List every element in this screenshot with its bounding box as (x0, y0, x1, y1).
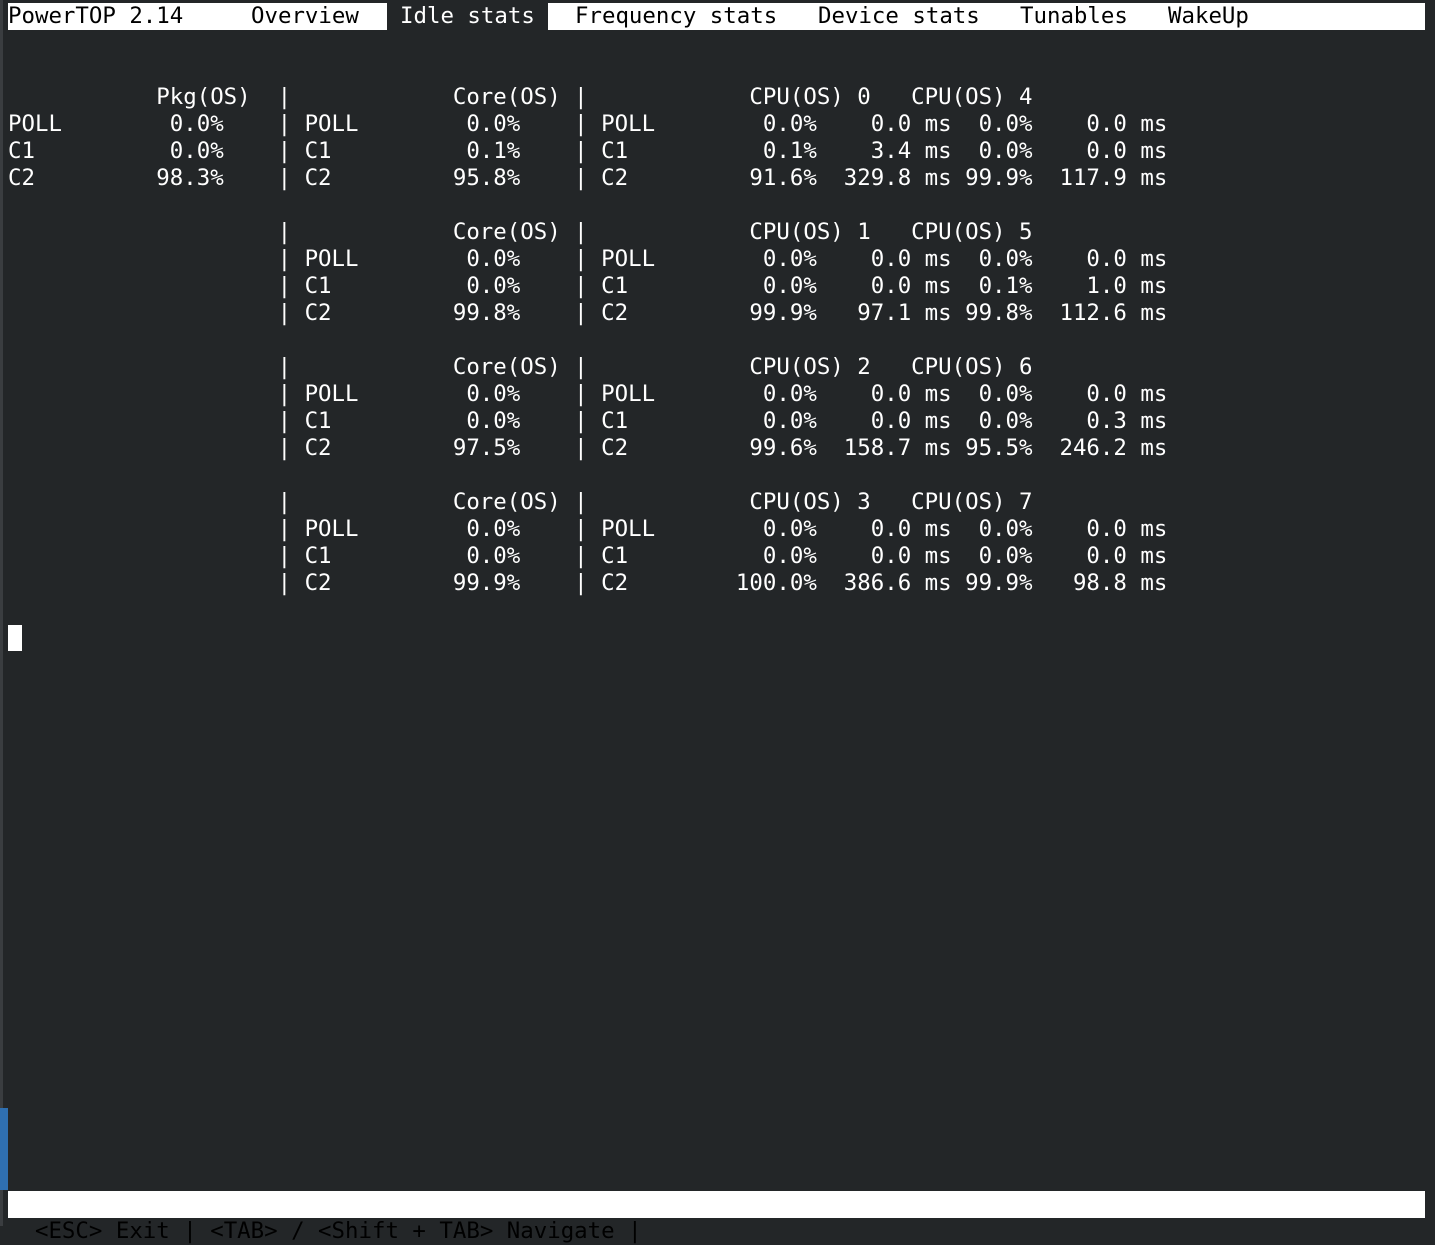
stats-line: Pkg(OS) | Core(OS) | CPU(OS) 0 CPU(OS) 4 (8, 84, 1033, 110)
stats-line: | POLL 0.0% | POLL 0.0% 0.0 ms 0.0% 0.0 … (8, 246, 1168, 272)
stats-line: | POLL 0.0% | POLL 0.0% 0.0 ms 0.0% 0.0 … (8, 516, 1168, 542)
window-left-edge (0, 0, 3, 1226)
tab-overview[interactable]: Overview (251, 3, 359, 30)
tab-wakeup[interactable]: WakeUp (1168, 3, 1249, 30)
stats-line: | C1 0.0% | C1 0.0% 0.0 ms 0.0% 0.3 ms (8, 408, 1168, 434)
terminal-cursor (8, 625, 22, 651)
stats-line: | C1 0.0% | C1 0.0% 0.0 ms 0.0% 0.0 ms (8, 543, 1168, 569)
stats-line: | Core(OS) | CPU(OS) 1 CPU(OS) 5 (8, 219, 1033, 245)
tab-frequency-stats[interactable]: Frequency stats (575, 3, 777, 30)
window-edge-accent (0, 1108, 8, 1190)
tab-tunables[interactable]: Tunables (1020, 3, 1128, 30)
stats-line: | POLL 0.0% | POLL 0.0% 0.0 ms 0.0% 0.0 … (8, 381, 1168, 407)
key-hints: <ESC> Exit | <TAB> / <Shift + TAB> Navig… (34, 1218, 642, 1244)
stats-line: C1 0.0% | C1 0.1% | C1 0.1% 3.4 ms 0.0% … (8, 138, 1168, 164)
tab-device-stats[interactable]: Device stats (818, 3, 980, 30)
stats-line: C2 98.3% | C2 95.8% | C2 91.6% 329.8 ms … (8, 165, 1168, 191)
app-title: PowerTOP 2.14 (8, 3, 184, 29)
stats-line: | Core(OS) | CPU(OS) 2 CPU(OS) 6 (8, 354, 1033, 380)
stats-line: | C2 99.9% | C2 100.0% 386.6 ms 99.9% 98… (8, 570, 1168, 596)
tab-idle-stats[interactable]: Idle stats (387, 3, 548, 30)
stats-line: | Core(OS) | CPU(OS) 3 CPU(OS) 7 (8, 489, 1033, 515)
stats-line: POLL 0.0% | POLL 0.0% | POLL 0.0% 0.0 ms… (8, 111, 1168, 137)
stats-line: | C2 99.8% | C2 99.9% 97.1 ms 99.8% 112.… (8, 300, 1168, 326)
tab-bar: PowerTOP 2.14 Overview Idle stats Freque… (8, 3, 1425, 30)
stats-line: | C2 97.5% | C2 99.6% 158.7 ms 95.5% 246… (8, 435, 1168, 461)
status-bar: <ESC> Exit | <TAB> / <Shift + TAB> Navig… (8, 1191, 1425, 1244)
stats-line: | C1 0.0% | C1 0.0% 0.0 ms 0.1% 1.0 ms (8, 273, 1168, 299)
